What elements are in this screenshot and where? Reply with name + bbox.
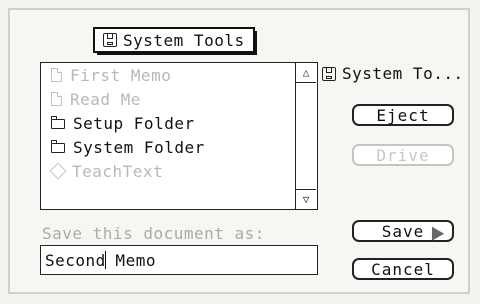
list-item[interactable]: Read Me (41, 87, 295, 111)
list-item-label: Setup Folder (73, 113, 195, 133)
filename-text-before-caret: Second (45, 250, 106, 270)
file-list[interactable]: First Memo Read Me Setup Folder System F… (40, 62, 318, 210)
folder-icon (51, 140, 65, 153)
list-item-label: System Folder (73, 137, 205, 157)
folder-popup-menu[interactable]: System Tools (93, 27, 257, 55)
scroll-up-arrow-icon[interactable]: △ (296, 63, 316, 83)
list-item-label: TeachText (72, 161, 164, 181)
volume-label: System To... (342, 64, 464, 83)
list-item[interactable]: Setup Folder (41, 111, 295, 135)
list-item[interactable]: First Memo (41, 63, 295, 87)
volume-name: System To... (322, 64, 464, 83)
filename-field[interactable]: Second Memo (40, 245, 318, 275)
list-item[interactable]: TeachText (41, 159, 295, 183)
disk-icon (103, 33, 117, 47)
list-item-label: Read Me (70, 89, 141, 109)
drive-button[interactable]: Drive (352, 144, 454, 166)
filename-text-after-caret: Memo (105, 250, 156, 270)
disk-icon (322, 66, 336, 81)
folder-popup-label: System Tools (123, 30, 245, 50)
vertical-scrollbar[interactable]: △ ▽ (295, 63, 317, 209)
scroll-down-arrow-icon[interactable]: ▽ (296, 189, 316, 209)
save-prompt-label: Save this document as: (42, 224, 265, 243)
list-item[interactable]: System Folder (41, 135, 295, 159)
document-icon (51, 68, 62, 82)
document-icon (51, 92, 62, 106)
eject-button[interactable]: Eject (352, 104, 454, 126)
cancel-button[interactable]: Cancel (352, 258, 454, 280)
application-icon (49, 162, 67, 180)
list-item-label: First Memo (70, 65, 172, 85)
folder-icon (51, 116, 65, 129)
